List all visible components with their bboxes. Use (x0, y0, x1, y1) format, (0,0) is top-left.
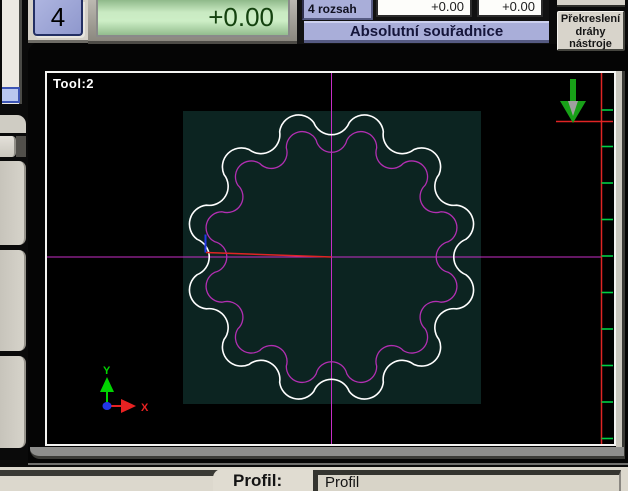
redraw-line-3: nástroje (569, 38, 612, 50)
left-panel-corner (0, 115, 26, 133)
range-label: 4 rozsah (302, 0, 373, 20)
tool-slot-button[interactable]: 4 (33, 0, 83, 36)
partial-button-strip (557, 0, 625, 7)
dro-small-a: +0.00 (376, 0, 472, 17)
y-axis-label: Y (103, 365, 111, 377)
profile-label: Profil: (233, 471, 283, 490)
x-axis-arrow-icon (121, 399, 136, 413)
profile-input[interactable]: Profil (313, 470, 621, 491)
redraw-line-1: Překreslení (560, 13, 621, 25)
x-axis-label: X (141, 402, 149, 414)
dro-display-frame: +0.00 (88, 0, 297, 44)
display-bottom-bevel (30, 447, 624, 459)
left-mini-button-shadow (16, 136, 26, 157)
bottom-bar: Profil: Profil (0, 467, 628, 491)
bottom-recessed-band (0, 470, 222, 476)
absolute-coordinates-button[interactable]: Absolutní souřadnice (304, 21, 549, 43)
dro-main-display: +0.00 (96, 0, 290, 37)
redraw-line-2: dráhy (575, 25, 606, 38)
redraw-toolpath-button[interactable]: Překreslení dráhy nástroje (557, 11, 625, 51)
tool-marker-shaft (570, 79, 576, 101)
toolpath-display[interactable]: YX (47, 73, 614, 444)
origin-dot (102, 402, 112, 410)
left-partial-panel (2, 0, 22, 104)
left-partial-button-1[interactable] (0, 161, 26, 245)
left-partial-button-2[interactable] (0, 250, 26, 351)
left-partial-mini-button[interactable] (0, 136, 16, 157)
left-partial-blue-icon[interactable] (2, 87, 20, 103)
tool-number-label: Tool:2 (53, 76, 95, 91)
display-right-bevel (616, 71, 625, 459)
y-axis-arrow-icon (100, 377, 114, 392)
dro-small-b: +0.00 (477, 0, 543, 17)
cnc-screen: 4 +0.00 4 rozsah +0.00 +0.00 Absolutní s… (0, 0, 628, 491)
left-partial-button-3[interactable] (0, 356, 26, 448)
